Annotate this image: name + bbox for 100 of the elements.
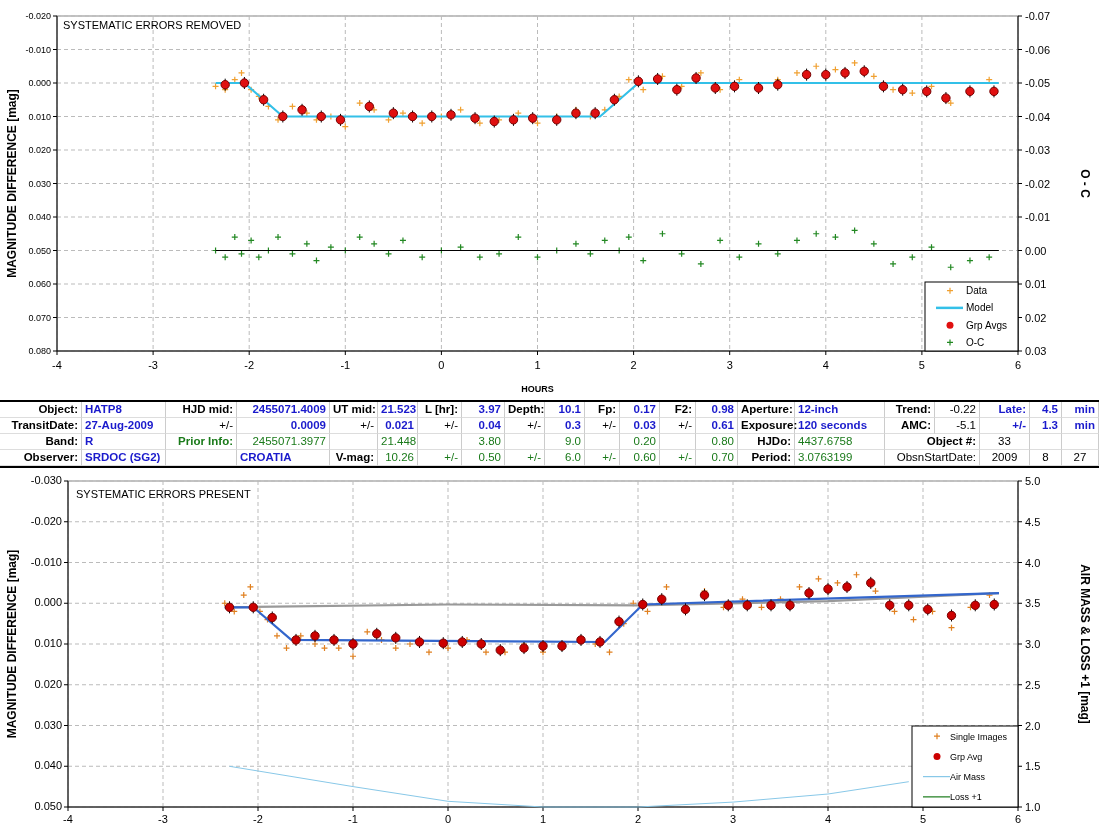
field-label: +/- <box>980 418 1030 434</box>
axis-title: AIR MASS & LOSS +1 [mag] <box>1078 564 1092 724</box>
field-value: 3.97 <box>462 402 505 418</box>
tick-label: 2 <box>630 359 637 371</box>
tick-label: -0.04 <box>1025 110 1051 123</box>
tick-label: 0 <box>444 813 452 825</box>
field-value: 0.3 <box>545 418 585 434</box>
field-value: +/- <box>166 418 237 434</box>
field-label: Fp: <box>585 402 620 418</box>
field-label: Observer: <box>0 450 82 466</box>
axis-title: HOURS <box>521 384 554 394</box>
field-value: 4437.6758 <box>795 434 885 450</box>
field-value: 0.021 <box>378 418 418 434</box>
tick-label: 5 <box>919 813 927 825</box>
field-label: Trend: <box>885 402 935 418</box>
field-label: Depth: <box>505 402 545 418</box>
tick-label: 0.050 <box>28 245 51 256</box>
tick-label: 4.0 <box>1025 556 1041 569</box>
field-value: 21.448 <box>378 434 418 450</box>
legend-label: Model <box>966 302 994 314</box>
legend-label: O-C <box>966 336 985 348</box>
field-value: 2009 <box>980 450 1030 466</box>
field-value: +/- <box>505 418 545 434</box>
tick-label: 0.070 <box>28 312 51 323</box>
axis-title: MAGNITUDE DIFFERENCE [mag] <box>5 549 19 739</box>
field-value: 0.03 <box>620 418 660 434</box>
field-value: +/- <box>660 418 696 434</box>
field-value: 0.50 <box>462 450 505 466</box>
legend-label: Single Images <box>950 731 1008 742</box>
tick-label: -4 <box>52 359 62 371</box>
tick-label: 6 <box>1014 359 1022 371</box>
field-value: +/- <box>418 450 462 466</box>
tick-label: -3 <box>148 359 158 371</box>
field-value: 9.0 <box>545 434 585 450</box>
field-label: F2: <box>660 402 696 418</box>
field-value: 10.1 <box>545 402 585 418</box>
tick-label: 3.5 <box>1025 597 1041 610</box>
tick-label: 4 <box>822 359 829 371</box>
field-value: -5.1 <box>935 418 980 434</box>
field-label: Aperture: <box>738 402 795 418</box>
field-label: TransitDate: <box>0 418 82 434</box>
tick-label: 0.02 <box>1025 311 1047 324</box>
field-value: 6.0 <box>545 450 585 466</box>
tick-label: 3 <box>729 813 737 825</box>
tick-label: -0.05 <box>1025 77 1051 89</box>
tick-label: 0.030 <box>28 178 51 189</box>
tick-label: 0 <box>438 359 445 371</box>
field-value: +/- <box>505 450 545 466</box>
field-value: +/- <box>418 418 462 434</box>
field-label: V-mag: <box>330 450 378 466</box>
tick-label: -0.01 <box>1025 211 1051 223</box>
field-label: HJD mid: <box>166 402 237 418</box>
field-value: CROATIA <box>237 450 330 466</box>
tick-label: -0.020 <box>25 11 51 21</box>
tick-label: 6 <box>1014 813 1022 825</box>
chart-title: SYSTEMATIC ERRORS PRESENT <box>76 488 251 500</box>
field-value: 4.5 <box>1030 402 1062 418</box>
tick-label: 0.010 <box>28 111 51 122</box>
tick-label: 0.03 <box>1025 345 1047 357</box>
tick-label: 0.00 <box>1025 244 1047 257</box>
field-value: 33 <box>980 434 1030 450</box>
legend-label: Air Mass <box>950 772 985 783</box>
tick-label: 5.0 <box>1025 475 1041 487</box>
tick-label: -0.06 <box>1025 43 1051 56</box>
field-value: 0.04 <box>462 418 505 434</box>
legend-label: Data <box>966 285 988 297</box>
tick-label: 0.01 <box>1025 278 1047 290</box>
chart-title: SYSTEMATIC ERRORS REMOVED <box>63 19 242 31</box>
tick-label: 0.020 <box>34 677 62 690</box>
tick-label: 4 <box>824 813 832 825</box>
field-value: 27 <box>1062 450 1099 466</box>
tick-label: -0.030 <box>30 474 62 486</box>
field-value: +/- <box>660 450 696 466</box>
axis-title: O - C <box>1078 169 1092 198</box>
tick-label: 5 <box>918 359 925 371</box>
tick-label: 0.020 <box>28 145 51 155</box>
field-label: HJDo: <box>738 434 795 450</box>
field-value: HATP8 <box>82 402 166 418</box>
field-value: min <box>1062 402 1099 418</box>
tick-label: -2 <box>244 359 255 371</box>
field-label: Prior Info: <box>166 434 237 450</box>
field-value: 21.523 <box>378 402 418 418</box>
tick-label: 0.010 <box>34 637 62 649</box>
field-value: 1.3 <box>1030 418 1062 434</box>
tick-label: 2.0 <box>1025 719 1041 732</box>
tick-label: 0.030 <box>34 718 62 731</box>
field-value: 3.80 <box>462 434 505 450</box>
tick-label: 1 <box>539 813 547 825</box>
field-label: Period: <box>738 450 795 466</box>
field-value: R <box>82 434 166 450</box>
tick-label: -4 <box>63 813 73 825</box>
field-label: UT mid: <box>330 402 378 418</box>
field-value: 0.61 <box>696 418 738 434</box>
field-value: 3.0763199 <box>795 450 885 466</box>
tick-label: -0.07 <box>1025 10 1051 22</box>
field-value: 2455071.3977 <box>237 434 330 450</box>
field-value: +/- <box>585 418 620 434</box>
field-value: 8 <box>1030 450 1062 466</box>
tick-label: 3 <box>726 359 733 371</box>
field-value: min <box>1062 418 1099 434</box>
